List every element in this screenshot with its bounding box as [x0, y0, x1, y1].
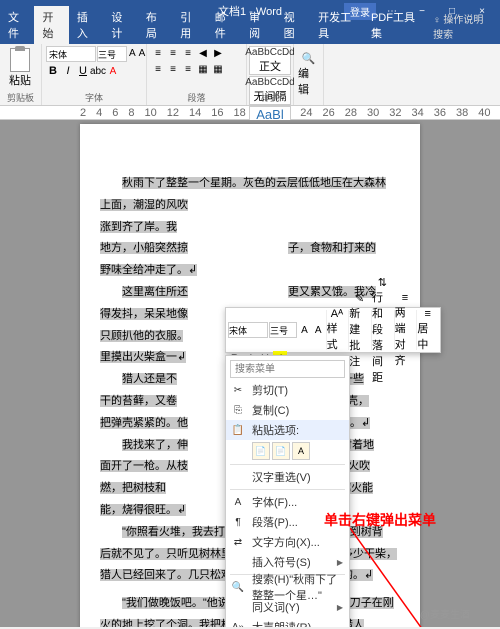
scissors-icon: ✂ [231, 383, 245, 397]
clipboard-icon [10, 48, 30, 72]
cm-search-input[interactable] [230, 360, 345, 378]
font-group-label: 字体 [42, 91, 146, 104]
borders-button[interactable]: ▦ [211, 62, 225, 76]
mt-styles-button[interactable]: Aᴬ样式 [326, 310, 348, 350]
mt-size-select[interactable] [269, 322, 297, 338]
align-right-button[interactable]: ≡ [181, 62, 195, 76]
cm-read-aloud[interactable]: A»大声朗读(R) [226, 617, 349, 627]
underline-button[interactable]: U [76, 64, 90, 78]
style-normal[interactable]: AaBbCcDd正文 [249, 46, 291, 75]
strike-button[interactable]: abc [91, 64, 105, 78]
font-size-select[interactable] [97, 46, 127, 62]
cm-font[interactable]: A字体(F)... [226, 492, 349, 512]
cm-cut[interactable]: ✂剪切(T) [226, 380, 349, 400]
mt-center-button[interactable]: ≡居中 [416, 310, 438, 350]
search-icon: 🔍 [231, 580, 245, 594]
mt-line-spacing-button[interactable]: ⇅行和段落间距 [371, 310, 393, 350]
mt-grow-icon[interactable]: A [298, 322, 311, 338]
tab-references[interactable]: 引用 [172, 6, 206, 44]
tab-devtools[interactable]: 开发工具 [310, 6, 363, 44]
mt-shrink-icon[interactable]: A [312, 322, 325, 338]
clipboard-group-label: 剪贴板 [0, 91, 41, 104]
increase-font-icon[interactable]: A [128, 46, 137, 60]
tab-pdf[interactable]: PDF工具集 [363, 6, 425, 44]
selected-text[interactable]: 秋雨下了整整一个星期。灰色的云层低低地压在大森林 [122, 177, 386, 189]
font-icon: A [231, 495, 245, 509]
decrease-font-icon[interactable]: A [138, 46, 147, 60]
mt-justify-button[interactable]: ≡两端对齐 [394, 310, 416, 350]
paste-merge-icon[interactable]: 📄 [272, 442, 290, 460]
paste-icon: 📋 [231, 423, 245, 437]
tab-insert[interactable]: 插入 [69, 6, 103, 44]
styles-group-label: 样式 [247, 91, 293, 104]
cm-synonym[interactable]: 同义词(Y)▶ [226, 597, 349, 617]
indent-inc-button[interactable]: ▶ [211, 46, 225, 60]
tab-home[interactable]: 开始 [34, 6, 68, 44]
cm-hanzi-reselect[interactable]: 汉字重选(V) [226, 467, 349, 487]
align-left-button[interactable]: ≡ [151, 62, 165, 76]
numbering-button[interactable]: ≡ [166, 46, 180, 60]
mt-new-comment-button[interactable]: ✎新建批注 [348, 310, 370, 350]
bullets-button[interactable]: ≡ [151, 46, 165, 60]
indent-dec-button[interactable]: ◀ [196, 46, 210, 60]
document-area[interactable]: 秋雨下了整整一个星期。灰色的云层低低地压在大森林 上面，潮湿的风吹 涨到齐了岸。… [0, 120, 500, 627]
cm-copy[interactable]: ⎘复制(C) [226, 400, 349, 420]
paste-button[interactable]: 粘贴 [4, 46, 36, 90]
direction-icon: ⇄ [231, 535, 245, 549]
tab-file[interactable]: 文件 [0, 6, 34, 44]
cm-text-direction[interactable]: ⇄文字方向(X)... [226, 532, 349, 552]
multilevel-button[interactable]: ≡ [181, 46, 195, 60]
tab-design[interactable]: 设计 [103, 6, 137, 44]
align-center-button[interactable]: ≡ [166, 62, 180, 76]
shading-button[interactable]: ▦ [196, 62, 210, 76]
speaker-icon: A» [231, 620, 245, 627]
context-menu: ✂剪切(T) ⎘复制(C) 📋粘贴选项: 📄 📄 A 汉字重选(V) A字体(F… [225, 355, 350, 627]
paragraph-icon: ¶ [231, 515, 245, 529]
weibo-watermark: @麦麦生酒 [420, 606, 470, 621]
font-name-select[interactable] [46, 46, 96, 62]
cm-insert-symbol[interactable]: 插入符号(S)▶ [226, 552, 349, 572]
cm-paste-options[interactable]: 📋粘贴选项: [226, 420, 349, 440]
copy-icon: ⎘ [231, 403, 245, 417]
bold-button[interactable]: B [46, 64, 60, 78]
find-icon[interactable]: 🔍 [302, 52, 316, 65]
mini-toolbar: A A Aᴬ样式 ✎新建批注 ⇅行和段落间距 ≡两端对齐 ≡居中 B I U a… [225, 307, 441, 353]
tell-me-search[interactable]: ♀ 操作说明搜索 [425, 8, 500, 44]
window-title: 文档1 - Word [218, 3, 282, 19]
paragraph-group-label: 段落 [147, 91, 246, 104]
cm-smart-search[interactable]: 🔍搜索(H)"秋雨下了整整一个星…" [226, 577, 349, 597]
edit-group-label: 编辑 [298, 65, 319, 97]
tutorial-annotation: 单击右键弹出菜单 [324, 510, 436, 530]
tab-layout[interactable]: 布局 [138, 6, 172, 44]
paste-text-icon[interactable]: A [292, 442, 310, 460]
italic-button[interactable]: I [61, 64, 75, 78]
mt-font-select[interactable] [228, 322, 268, 338]
paste-keep-source-icon[interactable]: 📄 [252, 442, 270, 460]
font-color-button[interactable]: A [106, 64, 120, 78]
